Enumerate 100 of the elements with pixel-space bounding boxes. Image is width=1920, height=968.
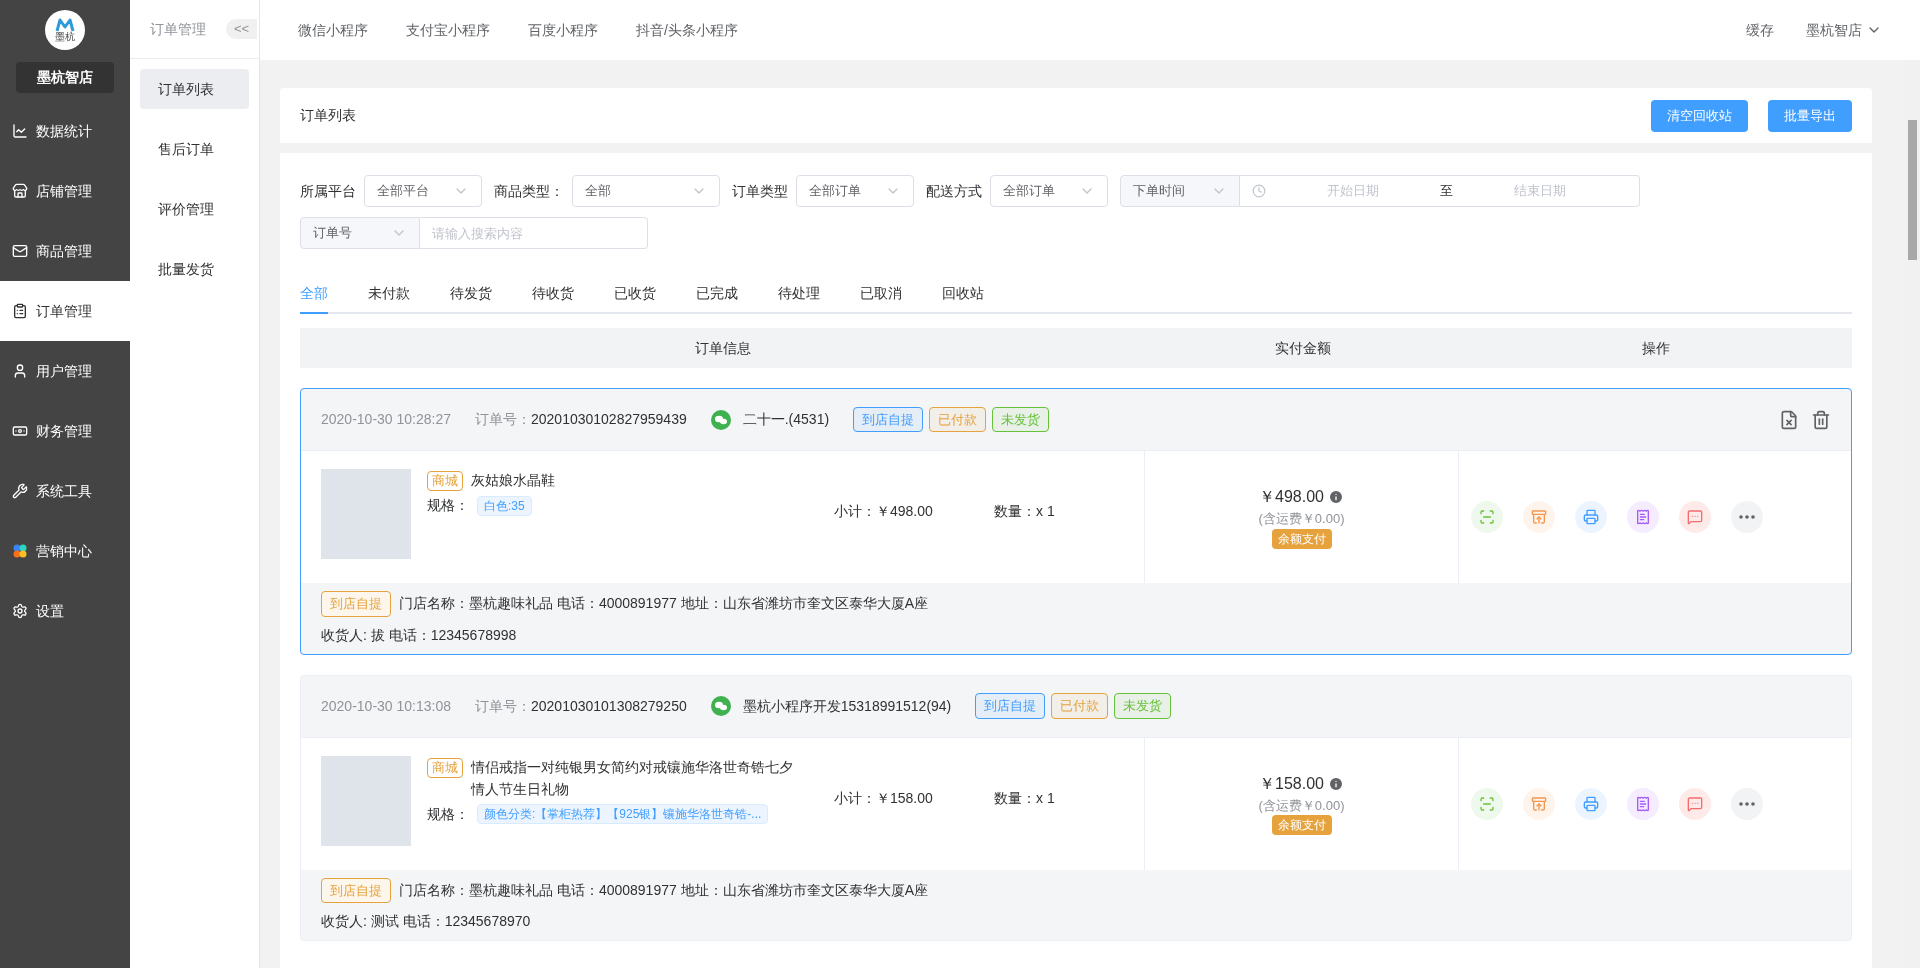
column-header: 订单信息	[694, 338, 751, 358]
select-field[interactable]: 全部平台	[364, 175, 482, 207]
consignee-info: 收货人: 测试 电话：12345678970	[321, 912, 532, 931]
sidebar-item[interactable]: 设置	[0, 581, 130, 641]
filter-label: 配送方式	[926, 181, 982, 201]
filter-label: 所属平台	[300, 181, 356, 201]
more-button[interactable]	[1731, 787, 1763, 820]
settings-icon	[12, 603, 28, 619]
column-header: 操作	[1642, 338, 1670, 358]
date-range-field[interactable]: 开始日期 至 结束日期	[1240, 175, 1640, 207]
order-number: 订单号：20201030101308279250	[475, 696, 687, 716]
payment-method-tag: 余额支付	[1271, 528, 1332, 549]
status-tab[interactable]: 待处理	[778, 283, 820, 314]
sidebar-item[interactable]: 商品管理	[0, 221, 130, 281]
sidebar-item[interactable]: 数据统计	[0, 101, 130, 161]
paid-amount: ￥158.00	[1259, 773, 1324, 794]
shipping-fee: (含运费￥0.00)	[1258, 796, 1345, 815]
platform-tab[interactable]: 百度小程序	[528, 19, 598, 41]
status-tab[interactable]: 已取消	[860, 283, 902, 314]
store-info: 门店名称：墨杭趣味礼品 电话：4000891977 地址：山东省潍坊市奎文区泰华大厦A座	[399, 880, 928, 900]
status-tab[interactable]: 未付款	[368, 283, 410, 314]
spec-tag: 白色:35	[477, 495, 532, 516]
receipt-icon	[1635, 509, 1651, 525]
delivery-tag: 到店自提	[321, 877, 391, 903]
receipt-button[interactable]	[1627, 501, 1659, 533]
status-tab[interactable]: 待收货	[532, 283, 574, 314]
box-upload-icon	[1531, 509, 1547, 525]
start-date-placeholder: 开始日期	[1326, 182, 1380, 201]
select-field[interactable]: 订单号	[300, 217, 420, 249]
select-field[interactable]: 全部订单	[990, 175, 1108, 207]
subnav-item[interactable]: 评价管理	[140, 189, 249, 229]
platform-tab[interactable]: 微信小程序	[298, 19, 368, 41]
box-upload-button[interactable]	[1523, 501, 1555, 533]
spec-label: 规格：	[427, 804, 469, 824]
status-tab[interactable]: 回收站	[942, 283, 984, 314]
user-icon	[12, 363, 28, 379]
source-tag: 商城	[427, 757, 463, 778]
wrench-icon	[12, 483, 28, 499]
quantity: 数量：x 1	[994, 502, 1056, 521]
money-icon	[12, 423, 28, 439]
cache-link[interactable]: 缓存	[1746, 19, 1774, 41]
printer-button[interactable]	[1575, 501, 1607, 533]
envelope-icon	[12, 243, 28, 259]
subnav-item[interactable]: 批量发货	[140, 249, 249, 289]
platform-tab[interactable]: 支付宝小程序	[406, 19, 490, 41]
sidebar-item[interactable]: 订单管理	[0, 281, 130, 341]
clover-icon	[12, 543, 28, 559]
printer-button[interactable]	[1575, 787, 1607, 820]
buyer-name: 二十一.(4531)	[742, 410, 830, 429]
status-tab[interactable]: 已完成	[696, 283, 738, 314]
status-tag: 未发货	[992, 406, 1050, 433]
subnav-item[interactable]: 售后订单	[140, 129, 249, 169]
logo-mark-icon	[55, 18, 75, 32]
subnav-item[interactable]: 订单列表	[140, 69, 249, 109]
chat-icon	[1687, 509, 1703, 525]
clock-icon	[1252, 184, 1266, 198]
order-time: 2020-10-30 10:28:27	[321, 410, 451, 429]
select-field[interactable]: 全部订单	[796, 175, 914, 207]
chat-icon	[1687, 795, 1703, 812]
store-icon	[12, 183, 28, 199]
column-header: 实付金额	[1274, 338, 1331, 358]
status-tab[interactable]: 待发货	[450, 283, 492, 314]
source-tag: 商城	[427, 471, 463, 491]
status-tab[interactable]: 已收货	[614, 283, 656, 314]
search-input[interactable]: 请输入搜索内容	[420, 217, 648, 249]
trash-icon[interactable]	[1811, 409, 1831, 430]
chart-icon	[12, 123, 28, 139]
filter-label: 商品类型：	[494, 181, 564, 201]
receipt-button[interactable]	[1627, 787, 1659, 820]
buyer-name: 墨杭小程序开发15318991512(94)	[742, 696, 952, 716]
chat-bubble-icon	[710, 696, 731, 716]
end-date-placeholder: 结束日期	[1513, 182, 1567, 201]
receipt-icon	[1635, 795, 1651, 812]
chat-button[interactable]	[1679, 501, 1711, 533]
printer-icon	[1583, 795, 1599, 812]
status-tag: 已付款	[1051, 693, 1109, 719]
select-field[interactable]: 全部	[572, 175, 720, 207]
sidebar-item[interactable]: 用户管理	[0, 341, 130, 401]
consignee-info: 收货人: 拔 电话：12345678998	[321, 625, 518, 645]
status-tag: 到店自提	[853, 406, 924, 433]
chat-button[interactable]	[1679, 787, 1711, 820]
product-name: 情侣戒指一对纯银男女简约对戒镶施华洛世奇锆七夕情人节生日礼物	[471, 757, 794, 799]
more-button[interactable]	[1731, 501, 1763, 533]
select-field[interactable]: 下单时间	[1120, 175, 1240, 207]
shipping-fee: (含运费￥0.00)	[1258, 510, 1345, 529]
subtotal: 小计：￥158.00	[834, 788, 934, 808]
sidebar-item[interactable]: 系统工具	[0, 461, 130, 521]
scan-button[interactable]	[1471, 787, 1503, 820]
box-upload-button[interactable]	[1523, 787, 1555, 820]
sidebar-item[interactable]: 店铺管理	[0, 161, 130, 221]
sidebar-item[interactable]: 营销中心	[0, 521, 130, 581]
scan-button[interactable]	[1471, 501, 1503, 533]
spec-tag: 颜色分类:【掌柜热荐】【925银】镶施华洛世奇锆-...	[477, 804, 769, 824]
cancel-document-icon[interactable]	[1779, 409, 1799, 430]
sidebar-item[interactable]: 财务管理	[0, 401, 130, 461]
user-menu[interactable]: 墨杭智店	[1806, 19, 1882, 41]
payment-method-tag: 余额支付	[1271, 815, 1332, 836]
platform-tab[interactable]: 抖音/头条小程序	[636, 19, 738, 41]
status-tag: 已付款	[929, 406, 987, 433]
store-info: 门店名称：墨杭趣味礼品 电话：4000891977 地址：山东省潍坊市奎文区泰华大厦A座	[399, 594, 928, 614]
